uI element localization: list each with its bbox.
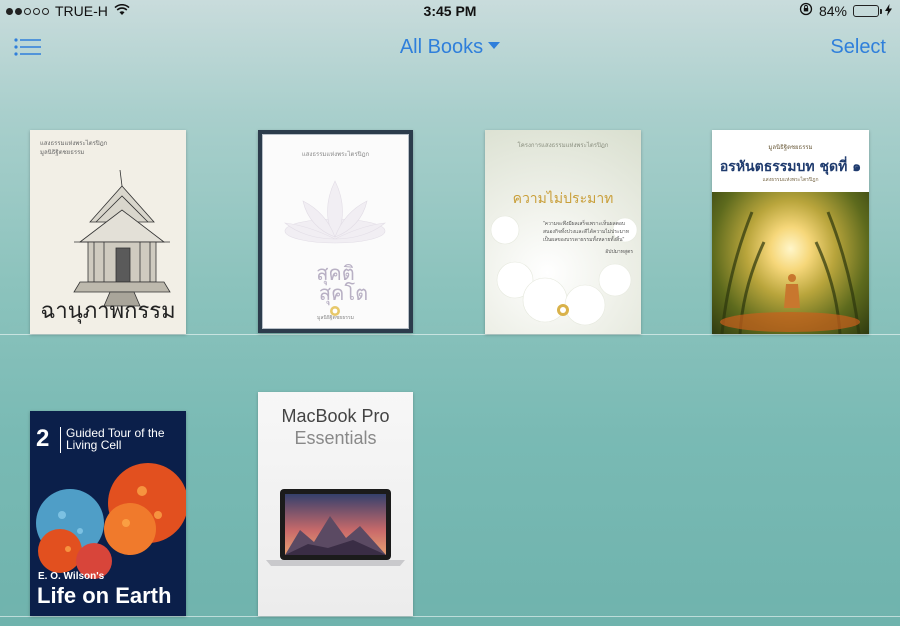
nav-bar: All Books Select: [0, 28, 900, 68]
collection-dropdown[interactable]: All Books: [399, 36, 501, 58]
book-cover-sukati-sukato[interactable]: แสงธรรมแห่งพระไตรปิฎก สุคติ สุคโต มูลนิธิ…: [258, 130, 413, 333]
battery-percent: 84%: [818, 2, 847, 19]
book-cover-macbook-pro-essentials[interactable]: MacBook Pro Essentials: [258, 392, 413, 616]
book-title: อรหันตธรรมบท ชุดที่ ๑: [719, 159, 862, 175]
charging-bolt-icon: [885, 3, 892, 19]
book-title: Life on Earth: [37, 583, 172, 608]
book-author: E. O. Wilson's: [38, 571, 105, 582]
book-subtitle: แสงธรรมแห่งพระไตรปิฎก: [762, 177, 819, 183]
laptop-illustration: [266, 489, 405, 566]
book-cover-anupab-kam[interactable]: แสงธรรมแห่งพระไตรปิฎก มูลนิธิฐิตชยธรรม ฉา…: [30, 130, 186, 334]
book-title: สุคติ สุคโต: [316, 261, 369, 305]
book-title: MacBook Pro: [281, 406, 390, 426]
book-cover-life-on-earth[interactable]: 2 Guided Tour of the Living Cell E. O. W…: [30, 411, 186, 616]
book-quote: "ความจะพึงมีผลเสร็จเพราะเห็นผลตอบสนองกิจ…: [543, 221, 633, 255]
battery-icon: [853, 4, 882, 17]
book-title: ฉานุภาพกรรม: [40, 299, 176, 324]
status-bar: TRUE-H 3:45 PM 84%: [0, 0, 900, 22]
volume-number: 2: [36, 425, 50, 452]
shelf-divider: [0, 334, 900, 335]
book-cover-arahanta-dhammabot[interactable]: มูลนิธิฐิตชยธรรม อรหันตธรรมบท ชุดที่ ๑ แ…: [712, 130, 869, 334]
book-header: แสงธรรมแห่งพระไตรปิฎก: [301, 152, 370, 158]
collection-title: All Books: [0, 36, 900, 59]
forest-illustration: [712, 192, 869, 334]
orientation-lock-icon: [799, 2, 813, 19]
book-cover-kwam-mai-pramat[interactable]: โครงการแสงธรรมแห่งพระไตรปิฎก ความไม่ประม…: [485, 130, 641, 334]
shelf-divider: [0, 616, 900, 617]
book-title: ความไม่ประมาท: [512, 190, 614, 206]
status-time: 3:45 PM: [423, 3, 477, 19]
book-series-title: Guided Tour of the Living Cell: [66, 426, 165, 452]
book-header: มูลนิธิฐิตชยธรรม: [768, 145, 813, 151]
book-cover-inner: แสงธรรมแห่งพระไตรปิฎก สุคติ สุคโต มูลนิธิ…: [262, 134, 409, 329]
select-button[interactable]: Select: [830, 36, 886, 59]
status-right: 84%: [799, 2, 892, 19]
collection-title-label: All Books: [399, 36, 484, 58]
chevron-down-icon: [488, 42, 501, 50]
title-divider: [60, 427, 61, 453]
book-subtitle: Essentials: [294, 428, 377, 448]
book-publisher: มูลนิธิฐิตชยธรรม: [317, 315, 354, 321]
